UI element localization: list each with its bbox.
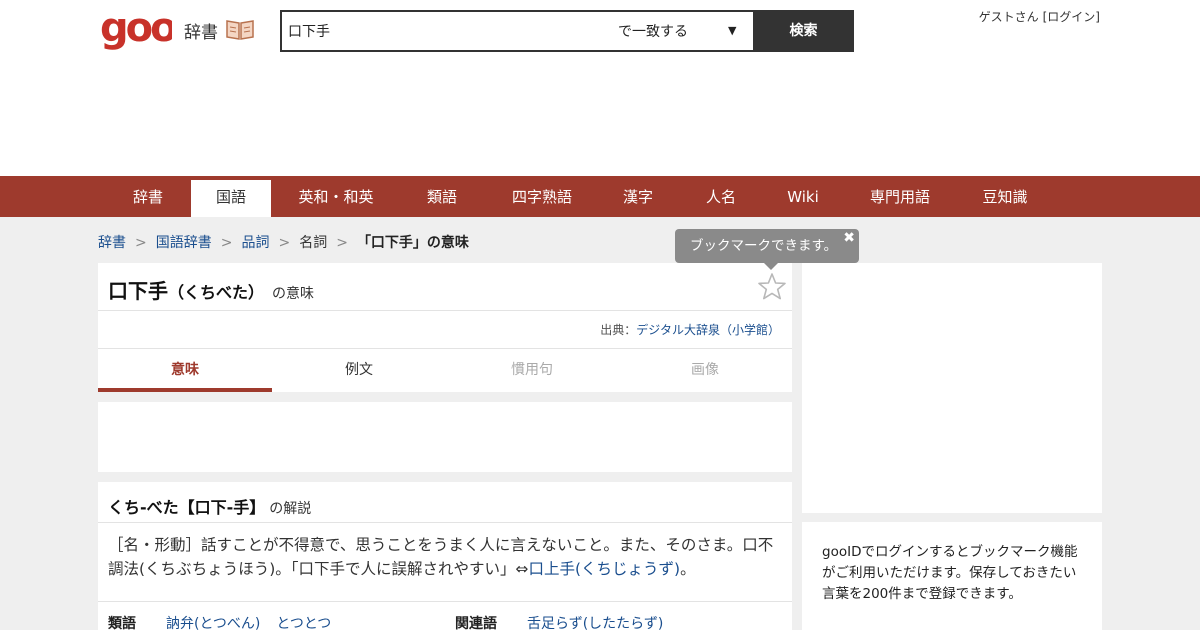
synonym-link[interactable]: とつとつ xyxy=(276,616,331,630)
headword: 口下手 xyxy=(108,279,168,303)
synonym-link[interactable]: 訥弁(とつべん) xyxy=(166,616,260,630)
definition-headword: くち-べた【口下‐手】 xyxy=(108,498,266,517)
definition-title-suffix: の解説 xyxy=(269,501,312,517)
login-link[interactable]: [ログイン] xyxy=(1043,10,1100,24)
search-input[interactable] xyxy=(282,12,612,50)
breadcrumb-separator: > xyxy=(336,235,348,251)
search-form: で一致する ▼ 検索 xyxy=(280,10,854,52)
nav-item-terms[interactable]: 専門用語 xyxy=(854,176,946,217)
book-icon xyxy=(226,20,254,40)
related-link[interactable]: 舌足らず(したたらず) xyxy=(527,616,663,630)
definition-text-end: 。 xyxy=(680,560,696,578)
user-bar: ゲストさん [ログイン] xyxy=(979,8,1100,25)
tooltip-text: ブックマークできます。 xyxy=(690,238,838,254)
tab-idioms: 慣用句 xyxy=(511,362,553,378)
definition-title: くち-べた【口下‐手】 の解説 xyxy=(108,494,311,518)
nav-item-english[interactable]: 英和・和英 xyxy=(283,176,389,217)
nav-item-trivia[interactable]: 豆知識 xyxy=(966,176,1044,217)
ad-slot xyxy=(98,402,792,472)
nav-item-wiki[interactable]: Wiki xyxy=(772,176,834,217)
site-header: goo 辞書 で一致する ▼ 検索 ゲストさん [ログイン] xyxy=(0,0,1200,176)
sidebar-bookmark-info: gooIDでログインするとブックマーク機能がご利用いただけます。保存しておきたい… xyxy=(802,522,1102,630)
nav-item-yoji[interactable]: 四字熟語 xyxy=(497,176,587,217)
source-label: 出典： xyxy=(600,323,637,337)
source-link[interactable]: デジタル大辞泉（小学館） xyxy=(636,323,780,337)
nav-item-kanji[interactable]: 漢字 xyxy=(606,176,670,217)
divider xyxy=(98,522,792,523)
related-row: 関連語 舌足らず(したたらず) xyxy=(455,613,679,630)
breadcrumb-part-of-speech[interactable]: 品詞 xyxy=(241,235,269,251)
service-name[interactable]: 辞書 xyxy=(184,18,218,43)
definition-card: くち-べた【口下‐手】 の解説 ［名・形動］話すことが不得意で、思うことをうまく人… xyxy=(98,482,792,630)
breadcrumb-dictionary[interactable]: 辞書 xyxy=(98,235,126,251)
definition-body: ［名・形動］話すことが不得意で、思うことをうまく人に言えないこと。また、そのさま… xyxy=(108,533,784,581)
divider xyxy=(98,310,792,311)
tab-examples[interactable]: 例文 xyxy=(272,349,446,392)
breadcrumb-separator: > xyxy=(135,235,147,251)
synonyms-row: 類語 訥弁(とつべん) とつとつ xyxy=(108,613,347,630)
source-credit: 出典：デジタル大辞泉（小学館） xyxy=(600,321,780,338)
goo-logo[interactable]: goo xyxy=(100,10,172,50)
synonyms-label: 類語 xyxy=(108,616,136,630)
entry-header-card: 口下手（くちべた） の意味 出典：デジタル大辞泉（小学館） 意味 例文 慣用句 画… xyxy=(98,263,792,392)
breadcrumb-current: 「口下手」の意味 xyxy=(356,235,469,251)
breadcrumb-separator: > xyxy=(220,235,233,251)
user-name: ゲストさん xyxy=(978,10,1039,24)
antonym-link[interactable]: 口上手(くちじょうず) xyxy=(529,560,681,578)
nav-item-dictionary[interactable]: 辞書 xyxy=(105,176,191,217)
bookmark-star-icon[interactable] xyxy=(756,271,788,303)
bookmark-tooltip: ブックマークできます。 ✖ xyxy=(675,229,859,270)
breadcrumb-separator: > xyxy=(278,235,291,251)
page-title: 口下手（くちべた） の意味 xyxy=(108,275,314,304)
dropdown-arrow-icon[interactable]: ▼ xyxy=(728,12,736,50)
nav-item-japanese[interactable]: 国語 xyxy=(191,180,271,217)
headword-suffix: の意味 xyxy=(272,286,315,302)
tab-images: 画像 xyxy=(691,362,719,378)
divider xyxy=(98,601,792,602)
breadcrumb-japanese-dictionary[interactable]: 国語辞書 xyxy=(156,235,212,251)
breadcrumb: 辞書 > 国語辞書 > 品詞 > 名詞 > 「口下手」の意味 xyxy=(98,232,469,252)
category-nav: 辞書 国語 英和・和英 類語 四字熟語 漢字 人名 Wiki 専門用語 豆知識 xyxy=(0,176,1200,217)
bookmark-info-text: gooIDでログインするとブックマーク機能がご利用いただけます。保存しておきたい… xyxy=(822,544,1078,602)
search-button[interactable]: 検索 xyxy=(753,10,854,52)
sidebar-ad-slot xyxy=(802,263,1102,513)
nav-item-names[interactable]: 人名 xyxy=(689,176,753,217)
breadcrumb-noun: 名詞 xyxy=(299,235,328,251)
nav-item-thesaurus[interactable]: 類語 xyxy=(407,176,477,217)
tab-meaning[interactable]: 意味 xyxy=(98,349,272,392)
related-label: 関連語 xyxy=(455,616,497,630)
logo-text: goo xyxy=(100,10,172,50)
close-icon[interactable]: ✖ xyxy=(843,230,855,246)
headword-reading: （くちべた） xyxy=(168,283,265,302)
